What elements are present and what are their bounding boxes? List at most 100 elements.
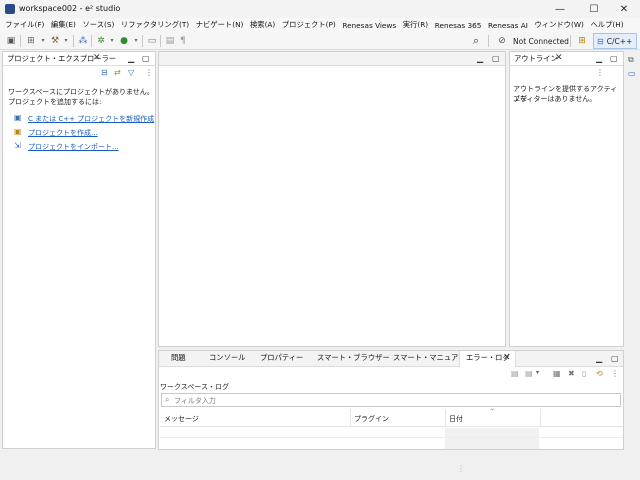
- window-title: workspace002 - e² studio: [19, 4, 121, 13]
- minimize-button[interactable]: —: [544, 0, 576, 18]
- debug-icon[interactable]: ⁂: [77, 35, 89, 46]
- menu-file[interactable]: ファイル(F): [2, 20, 48, 30]
- link-new-c-project[interactable]: C または C++ プロジェクトを新規作成: [28, 114, 154, 124]
- run-icon[interactable]: ●: [118, 35, 130, 46]
- menu-bar: ファイル(F) 編集(E) ソース(S) リファクタリング(T) ナビゲート(N…: [0, 18, 640, 32]
- delete-log-icon[interactable]: ✖: [568, 369, 575, 378]
- toolbar-separator: [20, 35, 21, 47]
- maximize-button[interactable]: ☐: [578, 0, 610, 18]
- clear-log-icon[interactable]: ▦: [553, 369, 561, 378]
- perspective-cpp-button[interactable]: ⊟ C/C++: [593, 33, 637, 49]
- app-logo-icon: [5, 4, 15, 14]
- menu-source[interactable]: ソース(S): [79, 20, 117, 30]
- dropdown-arrow-icon[interactable]: ▾: [37, 35, 49, 46]
- menu-window[interactable]: ウィンドウ(W): [531, 20, 587, 30]
- menu-renesas-ai[interactable]: Renesas AI: [485, 21, 531, 30]
- new-window-icon[interactable]: ▭: [146, 35, 158, 46]
- status-bar: ⋮: [0, 452, 640, 480]
- column-header-date[interactable]: 日付: [449, 414, 463, 424]
- restore-icon[interactable]: ⧉: [628, 55, 634, 65]
- toolbar-separator: [91, 35, 92, 47]
- outline-panel: アウトライン ✕ ▁ ▢ ⋮ アウトラインを提供するアクティブな エディターはあ…: [509, 51, 624, 347]
- close-window-button[interactable]: ✕: [608, 0, 640, 18]
- menu-help[interactable]: ヘルプ(H): [587, 20, 627, 30]
- editor-tabbar: ▁ ▢: [159, 52, 505, 66]
- dropdown-arrow-icon[interactable]: ▾: [536, 369, 539, 376]
- close-icon[interactable]: ✕: [93, 53, 101, 63]
- menu-navigate[interactable]: ナビゲート(N): [192, 20, 246, 30]
- connection-status[interactable]: Not Connected: [513, 37, 569, 46]
- menu-refactor[interactable]: リファクタリング(T): [118, 20, 193, 30]
- disconnected-cloud-icon: ⊘: [498, 35, 506, 46]
- open-perspective-icon[interactable]: ⊞: [576, 35, 588, 46]
- toolbar-separator: [142, 35, 143, 47]
- import-project-icon: ⇲: [14, 141, 21, 150]
- search-icon[interactable]: ⌕: [470, 34, 482, 47]
- build-config-icon[interactable]: ⊞: [25, 35, 37, 46]
- cpp-perspective-icon: ⊟: [597, 36, 604, 46]
- menu-project[interactable]: プロジェクト(P): [279, 20, 339, 30]
- menu-renesas-views[interactable]: Renesas Views: [339, 21, 399, 30]
- dropdown-arrow-icon[interactable]: ▾: [106, 35, 118, 46]
- menu-search[interactable]: 検索(A): [247, 20, 279, 30]
- toolbar-separator: [488, 35, 489, 47]
- column-divider[interactable]: [445, 409, 446, 427]
- link-create-project[interactable]: プロジェクトを作成...: [28, 128, 98, 138]
- maximize-view-icon[interactable]: ▢: [492, 54, 500, 63]
- dropdown-arrow-icon[interactable]: ▾: [60, 35, 72, 46]
- bottom-panel: 問題 コンソール プロパティー スマート・ブラウザー スマート・マニュアル エラ…: [158, 350, 624, 450]
- perspective-label: C/C++: [606, 36, 633, 46]
- paragraph-icon[interactable]: ¶: [177, 35, 189, 46]
- maximize-view-icon[interactable]: ▢: [611, 354, 619, 363]
- column-header-plugin[interactable]: プラグイン: [354, 414, 389, 424]
- toolbar-separator: [570, 35, 571, 47]
- tab-properties[interactable]: プロパティー: [260, 353, 303, 363]
- dropdown-arrow-icon[interactable]: ▾: [130, 35, 142, 46]
- column-header-message[interactable]: メッセージ: [164, 414, 199, 424]
- close-icon[interactable]: ✕: [503, 353, 511, 363]
- maximize-view-icon[interactable]: ▢: [142, 54, 150, 63]
- menu-edit[interactable]: 編集(E): [48, 20, 80, 30]
- tab-outline[interactable]: アウトライン: [514, 54, 558, 64]
- minimize-view-icon[interactable]: ▁: [596, 354, 602, 363]
- view-menu-icon[interactable]: ⋮: [596, 68, 604, 77]
- status-grip-icon: ⋮: [457, 464, 465, 473]
- save-icon[interactable]: ▣: [5, 35, 17, 46]
- editor-area: ▁ ▢: [158, 51, 506, 347]
- search-icon: ⌕: [165, 395, 170, 404]
- outline-message-line2: エディターはありません。: [513, 95, 597, 103]
- toolbar-separator: [73, 35, 74, 47]
- minimized-view-icon[interactable]: ▭: [628, 69, 636, 78]
- tab-problems[interactable]: 問題: [171, 353, 186, 363]
- bottom-tabbar: 問題 コンソール プロパティー スマート・ブラウザー スマート・マニュアル エラ…: [159, 351, 623, 367]
- tab-smart-manual[interactable]: スマート・マニュアル: [393, 353, 466, 363]
- close-icon[interactable]: ✕: [555, 53, 563, 63]
- filter-input[interactable]: ⌕ フィルタ入力: [161, 393, 621, 407]
- restore-log-icon[interactable]: ⟲: [596, 369, 603, 378]
- minimize-view-icon[interactable]: ▁: [596, 54, 602, 63]
- link-with-editor-icon[interactable]: ⇄: [114, 68, 121, 77]
- menu-renesas-365[interactable]: Renesas 365: [431, 21, 484, 30]
- filter-icon[interactable]: ▽: [128, 68, 134, 77]
- open-log-icon[interactable]: ▯: [582, 369, 586, 378]
- maximize-view-icon[interactable]: ▢: [610, 54, 618, 63]
- link-import-project[interactable]: プロジェクトをインポート...: [28, 142, 119, 152]
- view-menu-icon[interactable]: ⋮: [145, 68, 153, 77]
- minimize-view-icon[interactable]: ▁: [477, 54, 483, 63]
- sorted-column-highlight: [445, 428, 539, 449]
- right-trim-stack: ⧉ ▭: [626, 51, 640, 91]
- tab-console[interactable]: コンソール: [209, 353, 245, 363]
- annotation-icon[interactable]: ▤: [164, 35, 176, 46]
- view-menu-icon[interactable]: ⋮: [611, 369, 619, 378]
- empty-workspace-message: ワークスペースにプロジェクトがありません。: [8, 88, 154, 96]
- menu-run[interactable]: 実行(R): [399, 20, 431, 30]
- column-divider[interactable]: [350, 409, 351, 427]
- import-log-icon[interactable]: ▤: [525, 369, 533, 378]
- minimize-view-icon[interactable]: ▁: [128, 54, 134, 63]
- tab-smart-browser[interactable]: スマート・ブラウザー: [317, 353, 390, 363]
- log-table-header: メッセージ プラグイン 日付 ⌄: [160, 405, 623, 427]
- collapse-all-icon[interactable]: ⊟: [101, 68, 108, 77]
- export-log-icon[interactable]: ▤: [511, 369, 519, 378]
- title-bar: workspace002 - e² studio — ☐ ✕: [0, 0, 640, 18]
- column-divider[interactable]: [540, 409, 541, 427]
